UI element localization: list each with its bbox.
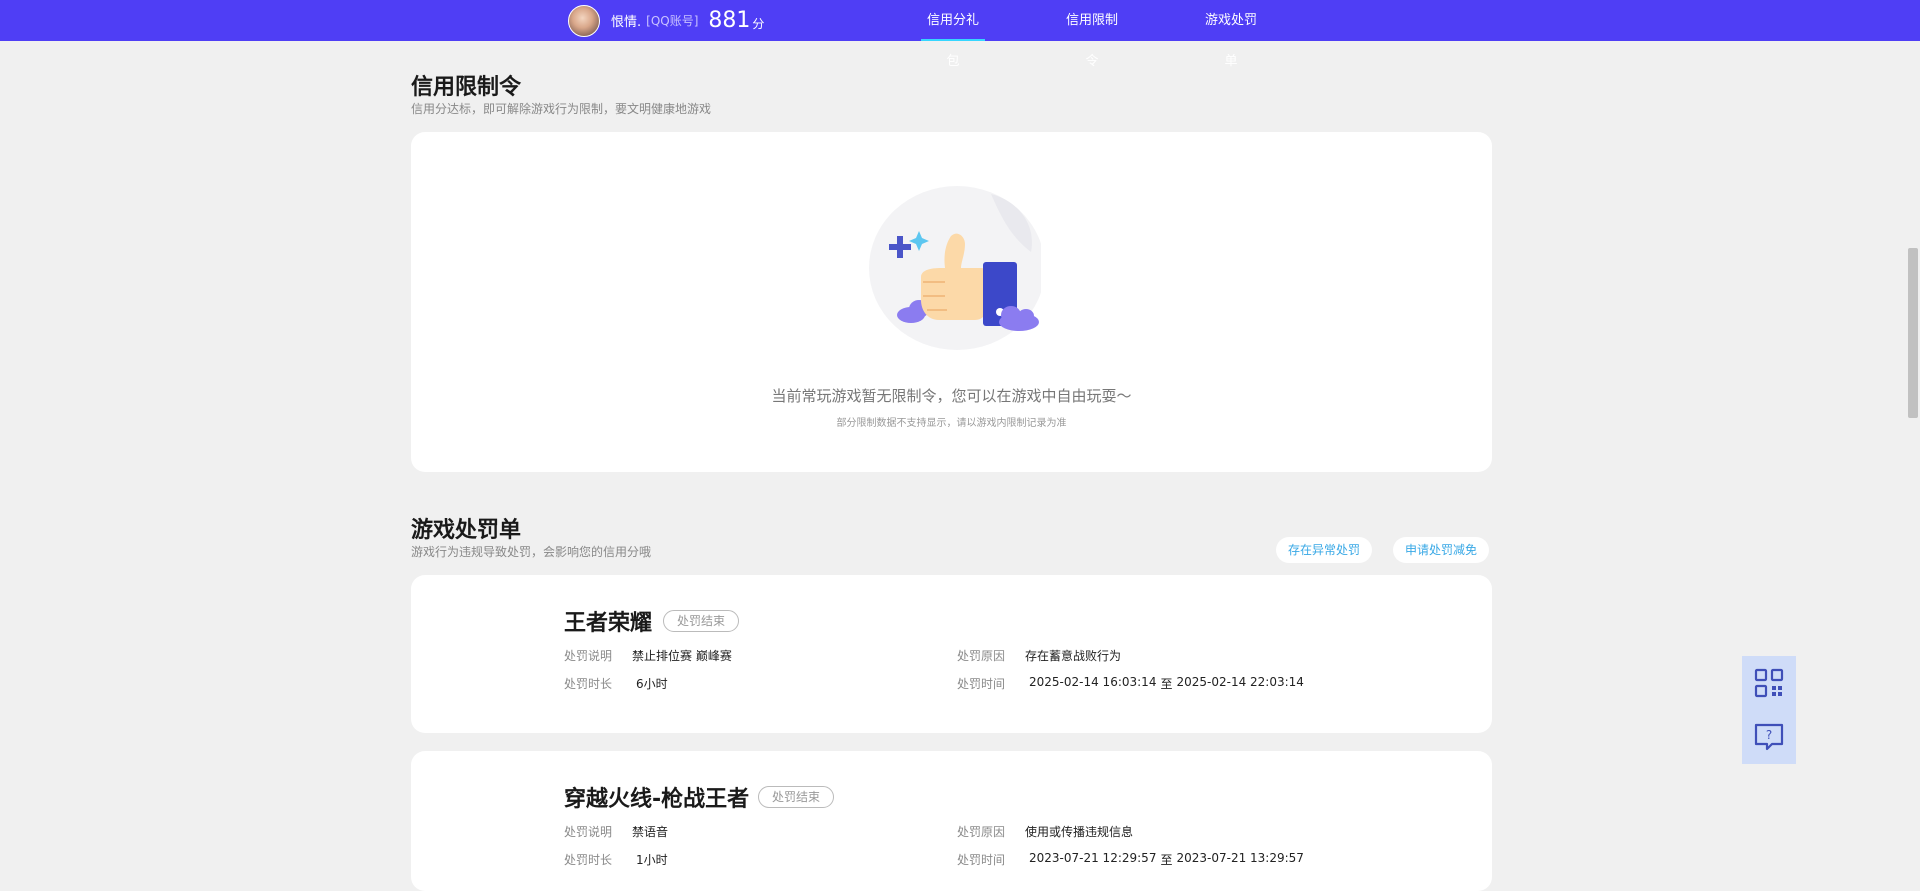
penalty-reason-value: 存在蓄意战败行为 xyxy=(1025,649,1122,663)
penalty-time-end: 2025-02-14 22:03:14 xyxy=(1176,675,1304,689)
penalty-reason-row: 处罚原因 存在蓄意战败行为 xyxy=(957,647,1121,664)
penalty-time-end: 2023-07-21 13:29:57 xyxy=(1176,851,1304,865)
penalty-game-name: 穿越火线-枪战王者 xyxy=(564,787,750,812)
penalty-duration-row: 处罚时长 1小时 xyxy=(564,851,668,868)
penalty-time-row: 处罚时间 2023-07-21 12:29:57 至 2023-07-21 13… xyxy=(957,851,1304,868)
penalty-desc-row: 处罚说明 禁语音 xyxy=(564,823,668,840)
penalty-card: 穿越火线-枪战王者 处罚结束 处罚说明 禁语音 处罚时长 1小时 处罚原因 使用… xyxy=(411,751,1492,891)
status-badge: 处罚结束 xyxy=(663,610,740,632)
avatar[interactable] xyxy=(568,4,600,37)
restriction-subtitle: 信用分达标，即可解除游戏行为限制，要文明健康地游戏 xyxy=(411,102,712,116)
penalty-duration-label: 处罚时长 xyxy=(564,677,613,691)
penalty-desc-value: 禁语音 xyxy=(632,825,669,839)
penalty-time-to: 至 xyxy=(1160,677,1173,691)
penalty-reason-row: 处罚原因 使用或传播违规信息 xyxy=(957,823,1133,840)
penalty-reason-label: 处罚原因 xyxy=(957,649,1006,663)
thumbs-up-illustration-icon xyxy=(869,186,1041,350)
apply-reduction-button[interactable]: 申请处罚减免 xyxy=(1393,537,1490,563)
credit-score: 881 xyxy=(708,8,751,33)
account-type: [QQ账号] xyxy=(646,14,699,28)
page-scrollbar[interactable] xyxy=(1904,41,1920,872)
penalty-duration-label: 处罚时长 xyxy=(564,853,613,867)
penalty-desc-label: 处罚说明 xyxy=(564,825,613,839)
penalty-game-name: 王者荣耀 xyxy=(564,611,653,636)
penalty-desc-row: 处罚说明 禁止排位赛 巅峰赛 xyxy=(564,647,732,664)
penalty-reason-value: 使用或传播违规信息 xyxy=(1025,825,1134,839)
top-bar: 恨情. [QQ账号] 881 分 信用分礼包 信用限制令 游戏处罚单 xyxy=(0,0,1920,69)
penalty-time-start: 2025-02-14 16:03:14 xyxy=(1029,675,1157,689)
penalty-time-start: 2023-07-21 12:29:57 xyxy=(1029,851,1157,865)
empty-note: 部分限制数据不支持显示，请以游戏内限制记录为准 xyxy=(836,418,1067,429)
abnormal-penalty-button[interactable]: 存在异常处罚 xyxy=(1276,537,1373,563)
penalty-desc-value: 禁止排位赛 巅峰赛 xyxy=(632,649,732,663)
credit-score-unit: 分 xyxy=(752,17,765,31)
penalty-time-label: 处罚时间 xyxy=(957,853,1006,867)
nav-game-penalty[interactable]: 游戏处罚单 xyxy=(1199,0,1263,69)
penalty-duration-value: 6小时 xyxy=(636,677,668,691)
penalty-time-row: 处罚时间 2025-02-14 16:03:14 至 2025-02-14 22… xyxy=(957,675,1304,692)
penalty-title: 游戏处罚单 xyxy=(411,518,522,543)
qrcode-button[interactable] xyxy=(1742,656,1796,710)
empty-message: 当前常玩游戏暂无限制令，您可以在游戏中自由玩耍～ xyxy=(771,387,1132,405)
penalty-reason-label: 处罚原因 xyxy=(957,825,1006,839)
penalty-time-label: 处罚时间 xyxy=(957,677,1006,691)
nav-credit-gift[interactable]: 信用分礼包 xyxy=(921,0,985,69)
penalty-duration-row: 处罚时长 6小时 xyxy=(564,675,668,692)
restriction-card: 当前常玩游戏暂无限制令，您可以在游戏中自由玩耍～ 部分限制数据不支持显示，请以游… xyxy=(411,132,1492,472)
penalty-duration-value: 1小时 xyxy=(636,853,668,867)
penalty-card: 王者荣耀 处罚结束 处罚说明 禁止排位赛 巅峰赛 处罚时长 6小时 处罚原因 存… xyxy=(411,575,1492,733)
nav-credit-restriction[interactable]: 信用限制令 xyxy=(1060,0,1124,69)
help-button[interactable]: ? xyxy=(1742,710,1796,764)
status-badge: 处罚结束 xyxy=(758,786,835,808)
penalty-time-to: 至 xyxy=(1160,853,1173,867)
penalty-desc-label: 处罚说明 xyxy=(564,649,613,663)
nickname: 恨情. xyxy=(611,15,642,30)
qrcode-icon xyxy=(1754,668,1784,698)
restriction-title: 信用限制令 xyxy=(411,75,522,100)
scrollbar-thumb[interactable] xyxy=(1908,248,1918,418)
help-chat-icon: ? xyxy=(1754,723,1784,751)
penalty-subtitle: 游戏行为违规导致处罚，会影响您的信用分哦 xyxy=(411,545,652,559)
svg-text:?: ? xyxy=(1766,728,1772,742)
user-info: 恨情. [QQ账号] 881 分 xyxy=(568,4,764,37)
